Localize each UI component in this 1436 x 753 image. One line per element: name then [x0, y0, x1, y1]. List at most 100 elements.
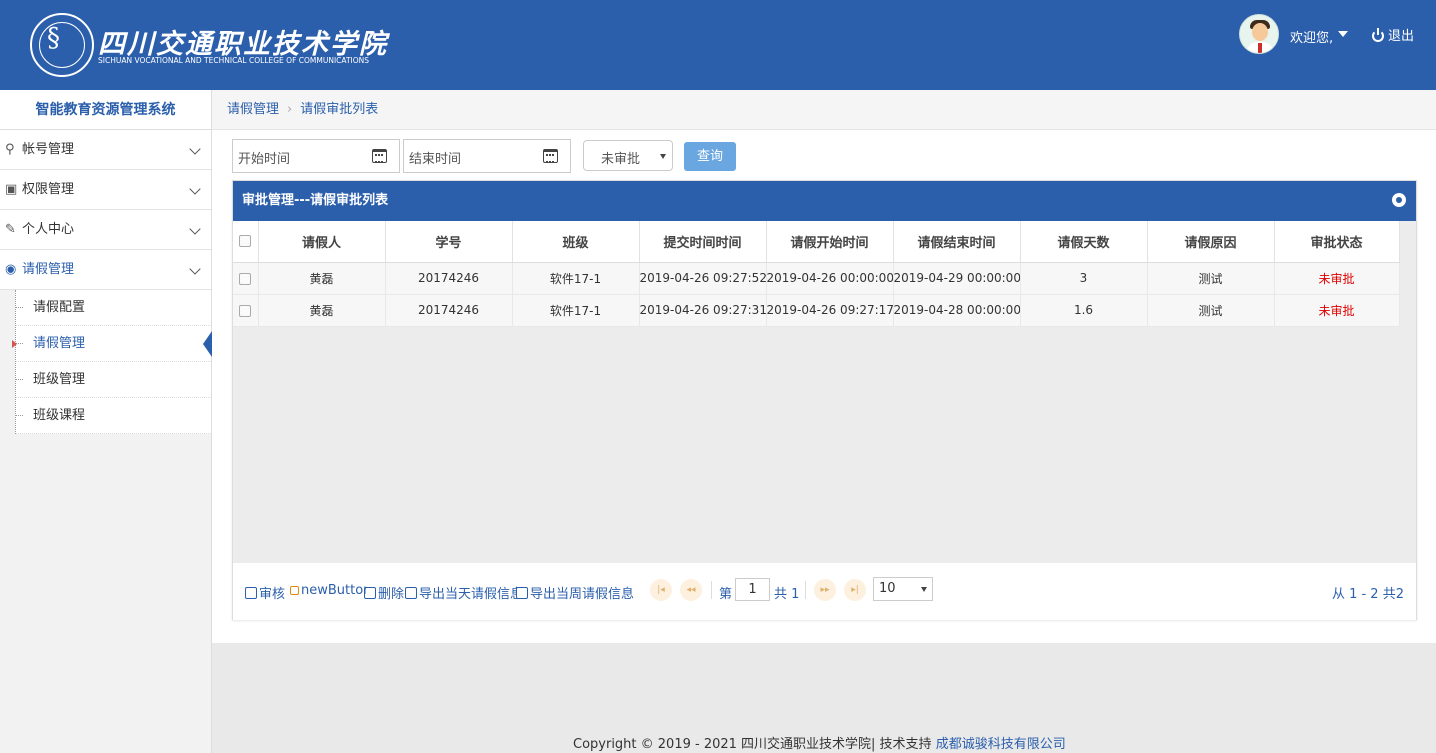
cell-class: 软件17-1: [512, 294, 640, 327]
sidebar-item-label: 权限管理: [22, 182, 75, 197]
delete-button[interactable]: 删除: [364, 583, 404, 602]
breadcrumb: 请假管理 › 请假审批列表: [212, 90, 1436, 130]
pager-toolbar: 审核 newButton 删除 导出当天请假信息 导出当周请假信息 |◂ ◂◂ …: [233, 563, 1416, 620]
row-select-cell: [233, 294, 259, 327]
start-time-input[interactable]: 开始时间: [232, 139, 400, 173]
cell-status: 未审批: [1274, 262, 1400, 295]
last-page-icon[interactable]: ▸|: [844, 579, 866, 601]
end-time-placeholder: 结束时间: [409, 152, 462, 167]
copyright: Copyright © 2019 - 2021 四川交通职业技术学院| 技术支持…: [573, 733, 1066, 752]
breadcrumb-item[interactable]: 请假审批列表: [300, 102, 378, 117]
edit-icon: [405, 587, 417, 599]
leave-submenu: 请假配置 请假管理 班级管理 班级课程: [12, 290, 212, 434]
school-name-en: SICHUAN VOCATIONAL AND TECHNICAL COLLEGE…: [98, 56, 370, 65]
active-arrow-icon: [12, 340, 17, 348]
status-select[interactable]: 未审批: [583, 140, 673, 171]
export-today-button[interactable]: 导出当天请假信息: [405, 583, 517, 602]
new-window-icon: [290, 586, 299, 595]
pager-divider: [711, 581, 712, 599]
column-header[interactable]: 请假人: [258, 221, 386, 263]
leave-table: 请假人 学号 班级 提交时间时间 请假开始时间 请假结束时间 请假天数 请假原因…: [233, 221, 1400, 327]
column-header[interactable]: 学号: [385, 221, 513, 263]
cell-start-time: 2019-04-26 00:00:00: [766, 262, 894, 295]
cell-name: 黄磊: [258, 294, 386, 327]
table-row[interactable]: 黄磊 20174246 软件17-1 2019-04-26 09:27:52 2…: [233, 262, 1400, 295]
sidebar-subitem-label: 请假配置: [33, 300, 86, 315]
page-label: 第: [719, 587, 733, 602]
cell-days: 1.6: [1020, 294, 1148, 327]
sidebar-item-account[interactable]: ⚲ 帐号管理: [0, 130, 211, 170]
edit-icon: [364, 587, 376, 599]
chevron-down-icon: [189, 263, 201, 275]
end-time-input[interactable]: 结束时间: [403, 139, 571, 173]
cell-end-time: 2019-04-28 00:00:00: [893, 294, 1021, 327]
column-header[interactable]: 请假开始时间: [766, 221, 894, 263]
chevron-down-icon: [189, 143, 201, 155]
sidebar-item-label: 帐号管理: [22, 142, 75, 157]
calendar-icon[interactable]: [543, 149, 558, 163]
main-content: 请假管理 › 请假审批列表 开始时间 结束时间 未审批 查询 审批管理---请假审批…: [212, 90, 1436, 643]
row-checkbox[interactable]: [239, 272, 252, 285]
page-total: 共 1: [774, 587, 800, 602]
row-checkbox[interactable]: [239, 304, 252, 317]
panel-header: 审批管理---请假审批列表: [233, 181, 1416, 221]
edit-icon: [245, 587, 257, 599]
cell-start-time: 2019-04-26 09:27:17: [766, 294, 894, 327]
power-icon: [1371, 28, 1385, 42]
select-all-checkbox[interactable]: [239, 235, 252, 248]
select-all-cell: [233, 221, 259, 263]
sidebar-subitem-class-course[interactable]: 班级课程: [15, 398, 211, 434]
cell-days: 3: [1020, 262, 1148, 295]
sidebar-subitem-leave-manage[interactable]: 请假管理: [12, 326, 212, 362]
logout-label: 退出: [1388, 29, 1415, 44]
dropdown-arrow-icon: [660, 154, 666, 159]
next-page-icon[interactable]: ▸▸: [814, 579, 836, 601]
query-button[interactable]: 查询: [684, 142, 736, 171]
cell-submit-time: 2019-04-26 09:27:52: [639, 262, 767, 295]
sidebar-item-permission[interactable]: ▣ 权限管理: [0, 170, 211, 210]
user-circle-icon[interactable]: [1392, 193, 1406, 207]
cell-end-time: 2019-04-29 00:00:00: [893, 262, 1021, 295]
sidebar-subitem-class-manage[interactable]: 班级管理: [15, 362, 211, 398]
welcome-user-menu[interactable]: 欢迎您,: [1290, 27, 1333, 46]
column-header[interactable]: 请假结束时间: [893, 221, 1021, 263]
new-button[interactable]: newButton: [290, 583, 367, 598]
breadcrumb-item[interactable]: 请假管理: [227, 102, 279, 117]
school-logo-icon: §: [30, 13, 94, 77]
lock-icon: ▣: [5, 182, 18, 197]
column-header[interactable]: 班级: [512, 221, 640, 263]
column-header[interactable]: 请假原因: [1147, 221, 1275, 263]
top-header: § 四川交通职业技术学院 SICHUAN VOCATIONAL AND TECH…: [0, 0, 1436, 90]
column-header[interactable]: 审批状态: [1274, 221, 1400, 263]
edit-icon: [516, 587, 528, 599]
leave-icon: ◉: [5, 262, 17, 277]
cell-status: 未审批: [1274, 294, 1400, 327]
prev-page-icon[interactable]: ◂◂: [680, 579, 702, 601]
sidebar-subitem-label: 班级课程: [33, 408, 86, 423]
cell-student-id: 20174246: [385, 262, 513, 295]
sidebar-item-leave[interactable]: ◉ 请假管理: [0, 250, 211, 290]
column-header[interactable]: 提交时间时间: [639, 221, 767, 263]
table-row[interactable]: 黄磊 20174246 软件17-1 2019-04-26 09:27:31 2…: [233, 294, 1400, 327]
cell-student-id: 20174246: [385, 294, 513, 327]
page-number-input[interactable]: 1: [735, 578, 770, 601]
start-time-placeholder: 开始时间: [238, 152, 291, 167]
page-size-value: 10: [879, 581, 896, 596]
page-size-select[interactable]: 10: [873, 577, 933, 601]
export-week-button[interactable]: 导出当周请假信息: [516, 583, 634, 602]
chevron-down-icon[interactable]: [1338, 31, 1348, 37]
sidebar-item-profile[interactable]: ✎ 个人中心: [0, 210, 211, 250]
approve-button[interactable]: 审核: [245, 583, 285, 602]
column-header[interactable]: 请假天数: [1020, 221, 1148, 263]
sidebar-subitem-leave-config[interactable]: 请假配置: [15, 290, 211, 326]
first-page-icon[interactable]: |◂: [650, 579, 672, 601]
cell-submit-time: 2019-04-26 09:27:31: [639, 294, 767, 327]
status-select-value: 未审批: [601, 152, 641, 167]
pencil-icon: ✎: [5, 222, 16, 237]
calendar-icon[interactable]: [372, 149, 387, 163]
sidebar: 智能教育资源管理系统 ⚲ 帐号管理 ▣ 权限管理 ✎ 个人中心 ◉ 请假管理 请…: [0, 90, 212, 753]
support-link[interactable]: 成都诚骏科技有限公司: [936, 737, 1066, 752]
avatar[interactable]: [1239, 14, 1279, 54]
chevron-down-icon: [189, 183, 201, 195]
logout-button[interactable]: 退出: [1371, 25, 1414, 44]
